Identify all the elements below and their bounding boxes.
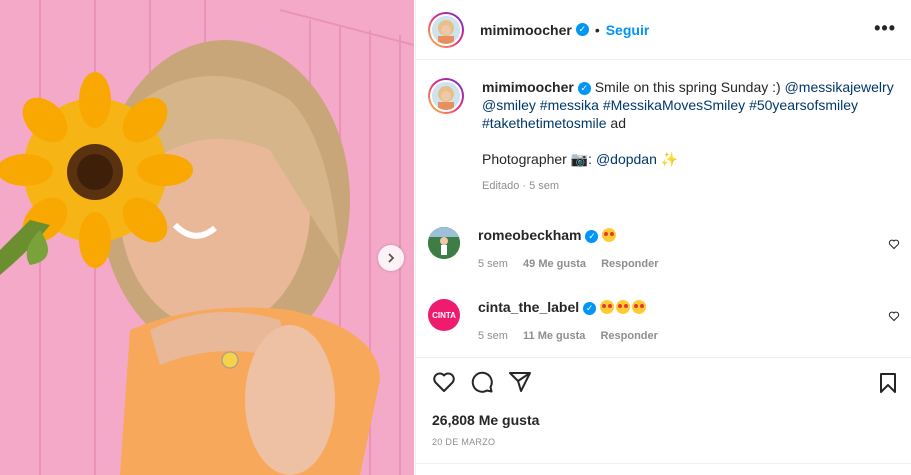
verified-badge-icon: ✓ (577, 81, 591, 95)
comment-author[interactable]: romeobeckham (478, 227, 581, 243)
avatar-image (430, 13, 462, 46)
heart-eyes-emoji (616, 300, 631, 314)
post-photo (0, 0, 414, 475)
mention-link[interactable]: @dopdan (596, 151, 657, 167)
comment-item: CINTA cinta_the_label ✓ 5 sem 11 Me gusta… (428, 299, 900, 342)
hashtag-link[interactable]: #50yearsofsmiley (749, 97, 858, 113)
heart-eyes-emoji (600, 300, 615, 314)
heart-icon[interactable] (432, 370, 456, 394)
reply-button[interactable]: Responder (600, 330, 657, 342)
caption-text: mimimoocher ✓ Smile on this spring Sunday… (482, 78, 898, 195)
author-username[interactable]: mimimoocher (480, 22, 572, 38)
chevron-right-icon (388, 253, 395, 263)
next-image-button[interactable] (378, 245, 404, 271)
comment-likes[interactable]: 11 Me gusta (523, 330, 585, 342)
hashtag-link[interactable]: #takethetimetosmile (482, 115, 607, 131)
photographer-colon: : (588, 151, 593, 167)
story-ring (428, 11, 464, 48)
heart-icon[interactable] (888, 238, 900, 250)
comment-likes[interactable]: 49 Me gusta (523, 258, 586, 270)
heart-eyes-emoji (602, 228, 617, 242)
ad-label: ad (610, 115, 626, 131)
photographer-label: Photographer (482, 151, 567, 167)
camera-emoji: 📷 (570, 151, 589, 167)
action-bar (432, 370, 532, 394)
verified-badge-icon: ✓ (585, 229, 599, 243)
comment-icon[interactable] (470, 370, 494, 394)
avatar-image (430, 80, 462, 112)
comment-author[interactable]: cinta_the_label (478, 299, 579, 315)
caption-avatar[interactable] (428, 78, 464, 195)
verified-badge-icon: ✓ (575, 23, 589, 36)
comment-body: romeobeckham ✓ 5 sem 49 Me gusta Responde… (478, 227, 671, 270)
bookmark-icon (880, 373, 896, 393)
save-button[interactable] (878, 372, 898, 399)
comment-item: romeobeckham ✓ 5 sem 49 Me gusta Responde… (428, 227, 900, 270)
caption-body: Smile on this spring Sunday :) (594, 79, 781, 95)
paper-plane-icon[interactable] (508, 370, 532, 394)
like-count[interactable]: 26,808 Me gusta (432, 412, 539, 428)
hashtag-link[interactable]: #messika (540, 97, 599, 113)
post-date: 20 DE MARZO (432, 437, 496, 447)
comment-time: 5 sem (478, 258, 508, 270)
comment-meta: 5 sem 49 Me gusta Responder (478, 258, 671, 270)
separator-dot: • (594, 21, 600, 38)
mention-link[interactable]: @messikajewelry (785, 79, 894, 95)
sparkles-emoji: ✨ (660, 151, 679, 167)
reply-button[interactable]: Responder (601, 258, 658, 270)
avatar-picture (432, 15, 460, 44)
post-header: mimimoocher ✓ • Seguir ••• (416, 0, 911, 60)
author-avatar[interactable] (428, 11, 464, 48)
mention-link[interactable]: @smiley (482, 97, 536, 113)
commenter-avatar[interactable]: CINTA (428, 299, 460, 331)
caption-meta: Editado · 5 sem (482, 180, 560, 192)
post-caption: mimimoocher ✓ Smile on this spring Sunday… (428, 78, 898, 195)
more-options-icon[interactable]: ••• (874, 18, 896, 39)
avatar-picture (428, 227, 460, 259)
heart-eyes-emoji (632, 300, 647, 314)
comment-body: cinta_the_label ✓ 5 sem 11 Me gusta Respo… (478, 299, 670, 342)
divider (416, 357, 911, 358)
commenter-avatar[interactable] (428, 227, 460, 259)
heart-icon[interactable] (888, 310, 900, 322)
story-ring (428, 78, 464, 114)
follow-button[interactable]: Seguir (606, 22, 650, 38)
comment-time: 5 sem (478, 330, 508, 342)
comment-meta: 5 sem 11 Me gusta Responder (478, 330, 670, 342)
verified-badge-icon: ✓ (583, 301, 597, 315)
divider (416, 463, 911, 464)
hashtag-link[interactable]: #MessikaMovesSmiley (603, 97, 745, 113)
caption-author[interactable]: mimimoocher (482, 79, 574, 95)
post-details-panel: mimimoocher ✓ • Seguir ••• mimimoocher ✓ … (415, 0, 911, 475)
avatar-picture (432, 82, 460, 110)
post-image (0, 0, 414, 475)
